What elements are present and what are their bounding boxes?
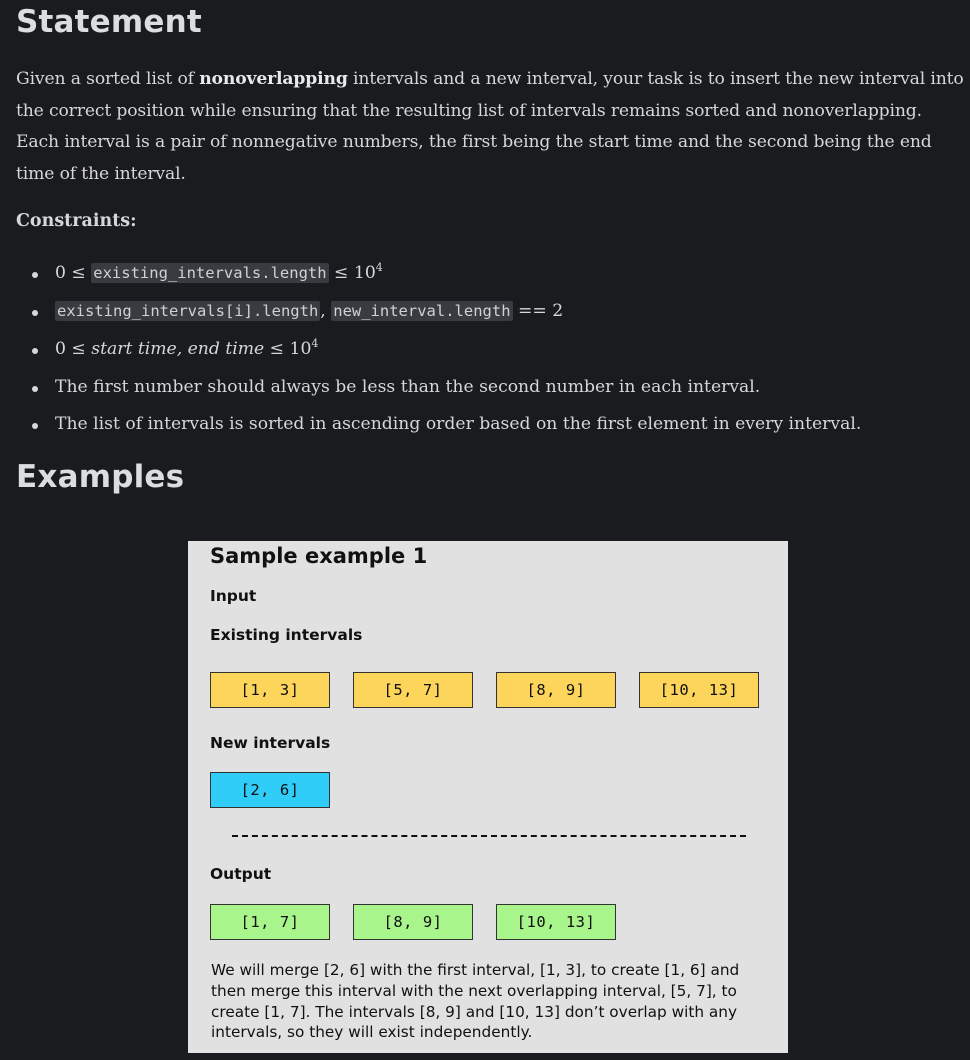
constraints-label: Constraints: <box>16 211 137 231</box>
sample-title: Sample example 1 <box>210 544 428 568</box>
statement-text-start: Given a sorted list of <box>16 69 200 89</box>
constraint-2-code-1: existing_intervals[i].length <box>55 301 321 321</box>
constraint-3-right: ≤ 10 <box>264 339 312 359</box>
examples-heading: Examples <box>16 459 185 495</box>
existing-interval-box: [5, 7] <box>353 672 473 708</box>
existing-intervals-label: Existing intervals <box>210 626 363 644</box>
existing-interval-box: [10, 13] <box>639 672 759 708</box>
constraint-1-right: ≤ 10 <box>328 263 376 283</box>
statement-heading: Statement <box>16 4 202 40</box>
new-interval-box: [2, 6] <box>210 772 330 808</box>
sample-explanation: We will merge [2, 6] with the first inte… <box>211 961 740 1042</box>
existing-interval-box: [1, 3] <box>210 672 330 708</box>
constraint-3-exponent: 4 <box>311 337 319 350</box>
output-label: Output <box>210 865 272 883</box>
output-interval-box: [10, 13] <box>496 904 616 940</box>
statement-paragraph: Given a sorted list of nonoverlapping in… <box>16 64 964 190</box>
constraint-5-text: The list of intervals is sorted in ascen… <box>55 414 862 434</box>
constraint-2-code-2: new_interval.length <box>331 301 513 321</box>
sample-example-panel: Sample example 1 Input Existing interval… <box>188 541 788 1053</box>
output-interval-box: [8, 9] <box>353 904 473 940</box>
constraint-2-sep: , <box>320 301 332 321</box>
constraint-1-exponent: 4 <box>375 261 383 274</box>
existing-interval-box: [8, 9] <box>496 672 616 708</box>
output-interval-box: [1, 7] <box>210 904 330 940</box>
constraint-1-left: 0 ≤ <box>55 263 92 283</box>
constraint-1-code: existing_intervals.length <box>91 263 329 283</box>
input-label: Input <box>210 587 257 605</box>
new-intervals-label: New intervals <box>210 734 331 752</box>
separator-dashed-line <box>232 835 746 837</box>
constraint-2-right: == 2 <box>512 301 564 321</box>
statement-bold-term: nonoverlapping <box>199 69 348 89</box>
constraint-4-text: The first number should always be less t… <box>55 377 761 397</box>
constraint-3-var: start time, end time <box>91 339 265 359</box>
constraint-3-left: 0 ≤ <box>55 339 92 359</box>
